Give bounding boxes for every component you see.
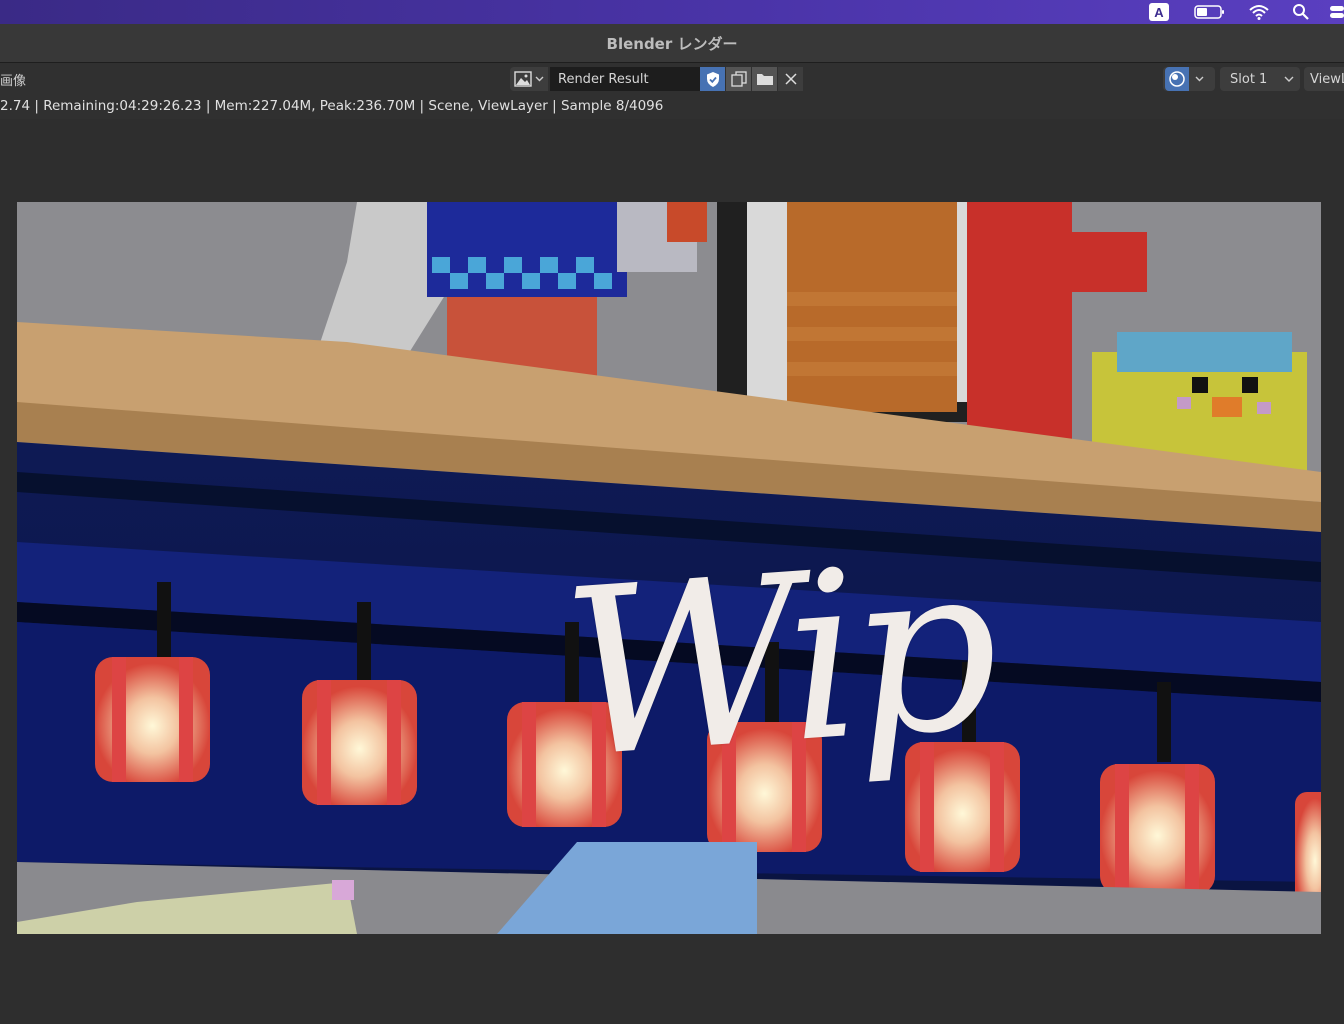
view-layer-dropdown[interactable]: ViewLayer	[1304, 67, 1344, 91]
render-slot-label: Slot 1	[1230, 71, 1268, 87]
close-icon	[784, 73, 797, 85]
input-source-badge: A	[1149, 3, 1169, 21]
control-center-icon[interactable]	[1326, 0, 1344, 24]
wifi-icon[interactable]	[1246, 0, 1272, 24]
duplicate-icon	[730, 71, 747, 87]
chevron-down-icon	[1284, 76, 1294, 82]
editor-menu-image[interactable]: 画像	[0, 70, 26, 89]
image-name-field[interactable]: Render Result	[550, 67, 700, 91]
unlink-image-button[interactable]	[778, 67, 803, 91]
wip-watermark: Wip	[555, 513, 997, 810]
folder-icon	[756, 74, 773, 85]
render-status-text: 2.74 | Remaining:04:29:26.23 | Mem:227.0…	[0, 93, 1344, 119]
overlay-toggle-button[interactable]	[1163, 67, 1215, 91]
image-browse-button[interactable]	[510, 67, 548, 91]
system-menu-bar: A	[0, 0, 1344, 24]
image-editor-header: 画像 Render Result Slot 1 ViewLayer	[0, 63, 1344, 93]
duplicate-image-button[interactable]	[726, 67, 751, 91]
open-image-button[interactable]	[752, 67, 777, 91]
input-source-menu[interactable]: A	[1148, 0, 1170, 24]
render-slot-dropdown[interactable]: Slot 1	[1220, 67, 1300, 91]
character-barrel	[717, 202, 997, 422]
fake-user-button[interactable]	[700, 67, 725, 91]
window-title-bar: Blender レンダー	[0, 24, 1344, 63]
chevron-down-icon	[1195, 76, 1204, 82]
shield-icon	[706, 71, 719, 87]
battery-icon[interactable]	[1192, 0, 1228, 24]
window-title: Blender レンダー	[606, 34, 738, 53]
chevron-down-icon	[535, 76, 544, 82]
render-result-image[interactable]: Wip	[17, 202, 1321, 934]
spotlight-search-icon[interactable]	[1290, 0, 1312, 24]
image-icon	[514, 71, 532, 87]
overlay-icon	[1165, 67, 1189, 91]
